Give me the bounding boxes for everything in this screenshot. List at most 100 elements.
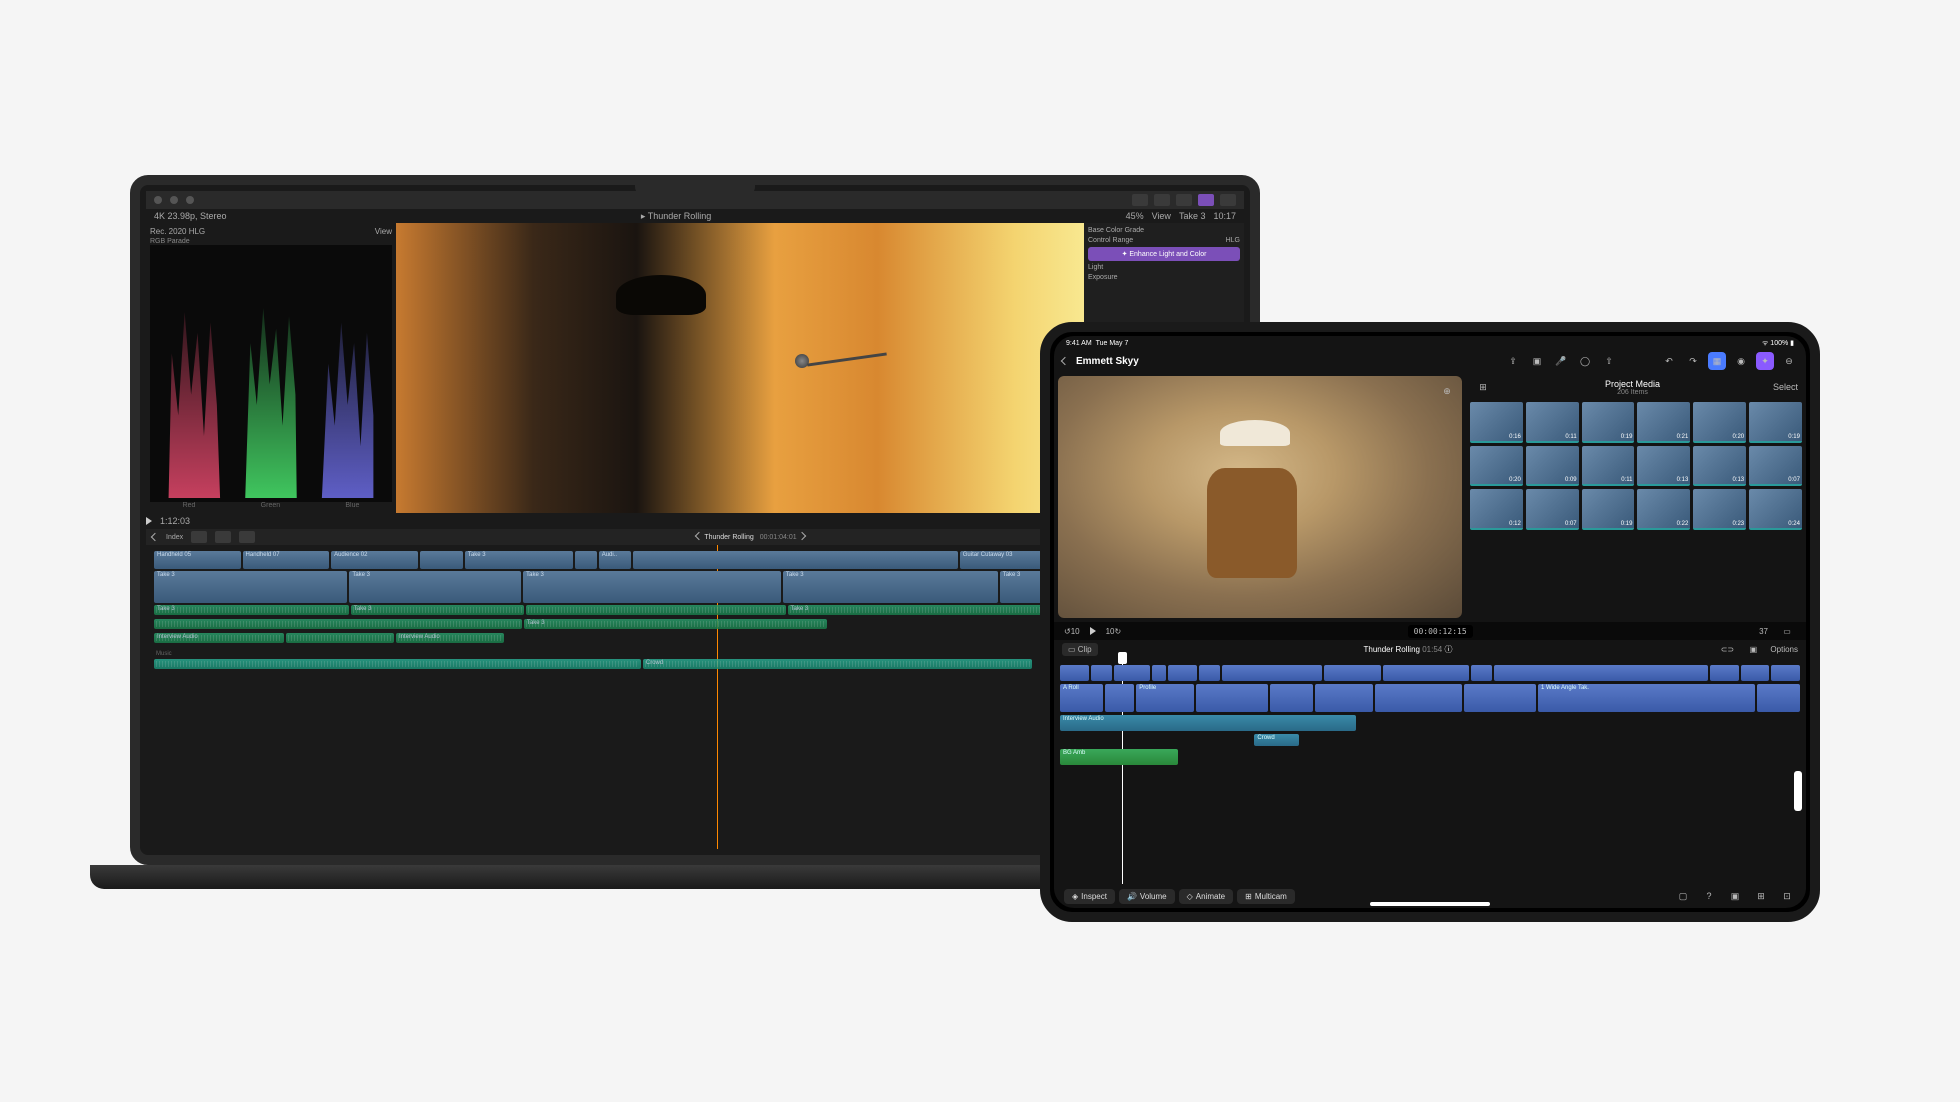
pip-icon[interactable]: ▭ — [1778, 622, 1796, 640]
media-thumbnail[interactable] — [1637, 402, 1690, 443]
zoom-level[interactable]: 45% — [1126, 211, 1144, 221]
back-icon[interactable] — [1061, 357, 1069, 365]
skip-fwd-button[interactable]: 10↻ — [1106, 627, 1122, 636]
titles-icon[interactable]: ◉ — [1732, 352, 1750, 370]
media-thumbnail[interactable] — [1749, 446, 1802, 487]
play-button[interactable] — [146, 517, 152, 525]
timeline-clip[interactable]: 1 Wide Angle Tak. — [1538, 684, 1755, 712]
timeline-clip[interactable] — [1315, 684, 1373, 712]
inspector-section[interactable]: Base Color Grade — [1088, 227, 1144, 234]
media-thumbnail[interactable] — [1749, 402, 1802, 443]
media-grid[interactable] — [1470, 402, 1802, 530]
timeline-clip[interactable]: Take 3 — [351, 605, 524, 615]
timeline-clip[interactable] — [1270, 684, 1313, 712]
timeline-clip[interactable]: Interview Audio — [154, 633, 284, 643]
effects-icon[interactable]: ✦ — [1756, 352, 1774, 370]
enhance-button[interactable]: ✦ Enhance Light and Color — [1088, 247, 1240, 261]
track-primary[interactable]: A Roll Profile 1 Wide Angle Tak. — [1060, 684, 1800, 712]
play-button[interactable] — [1090, 627, 1096, 635]
timeline-icon[interactable] — [1176, 194, 1192, 206]
history-redo-icon[interactable]: ↷ — [1684, 352, 1702, 370]
clip-mode-button[interactable]: ▭ Clip — [1062, 643, 1098, 656]
tool-select-icon[interactable] — [191, 531, 207, 543]
track-connected[interactable] — [1060, 665, 1800, 681]
timeline-clip[interactable]: Handheld 07 — [243, 551, 330, 569]
playhead-handle[interactable] — [1118, 652, 1127, 664]
voiceover-icon[interactable]: 🎤 — [1552, 352, 1570, 370]
timeline-clip[interactable] — [1091, 665, 1112, 681]
timeline-clip[interactable] — [526, 605, 786, 615]
timeline-clip[interactable]: Profile — [1136, 684, 1194, 712]
timeline-clip[interactable]: Take 3 — [783, 571, 998, 603]
track-crowd[interactable]: Crowd — [1060, 734, 1800, 746]
timeline-clip[interactable] — [1114, 665, 1150, 681]
clip-bg-amb[interactable]: BG Amb — [1060, 749, 1178, 765]
media-thumbnail[interactable] — [1749, 489, 1802, 530]
share-icon[interactable]: ⇧ — [1600, 352, 1618, 370]
timeline-clip[interactable] — [1494, 665, 1708, 681]
timeline-clip[interactable] — [1199, 665, 1220, 681]
timeline-clip[interactable] — [154, 659, 641, 669]
ipad-timeline[interactable]: A Roll Profile 1 Wide Angle Tak. Interview… — [1054, 658, 1806, 884]
index-button[interactable]: Index — [166, 534, 183, 541]
animate-button[interactable]: ◇ Animate — [1179, 889, 1234, 904]
timecode-display[interactable]: 00:00:12:15 — [1408, 625, 1473, 638]
zoom-slider[interactable] — [1794, 771, 1802, 811]
media-thumbnail[interactable] — [1693, 446, 1746, 487]
project-title[interactable]: Emmett Skyy — [1076, 356, 1139, 367]
media-thumbnail[interactable] — [1582, 446, 1635, 487]
timeline-clip[interactable]: Interview Audio — [396, 633, 504, 643]
grid-view-icon[interactable]: ⊞ — [1474, 378, 1492, 396]
timeline-clip[interactable] — [1060, 665, 1089, 681]
timeline-clip[interactable] — [420, 551, 463, 569]
timeline-clip[interactable] — [1222, 665, 1322, 681]
multicam-button[interactable]: ⊞ Multicam — [1237, 889, 1295, 904]
settings-icon[interactable]: ⊖ — [1780, 352, 1798, 370]
timeline-clip[interactable]: A Roll — [1060, 684, 1103, 712]
timeline-clip[interactable] — [1710, 665, 1739, 681]
timeline-clip[interactable] — [1771, 665, 1800, 681]
timeline-project[interactable]: Thunder Rolling — [704, 534, 753, 541]
timeline-clip[interactable] — [1383, 665, 1469, 681]
import-icon[interactable]: ⇪ — [1504, 352, 1522, 370]
timeline-clip[interactable]: Take 3 — [523, 571, 781, 603]
tool-4-icon[interactable]: ⊞ — [1752, 887, 1770, 905]
magnetic-icon[interactable]: ⊂⊃ — [1718, 640, 1736, 658]
timeline-clip[interactable] — [633, 551, 958, 569]
traffic-light-close[interactable] — [154, 196, 162, 204]
scope-view-menu[interactable]: View — [375, 227, 392, 236]
scope-mode[interactable]: RGB Parade — [150, 238, 392, 245]
media-thumbnail[interactable] — [1470, 489, 1523, 530]
clip-interview-audio[interactable]: Interview Audio — [1060, 715, 1356, 731]
media-thumbnail[interactable] — [1637, 446, 1690, 487]
snap-icon[interactable]: ▣ — [1744, 640, 1762, 658]
media-thumbnail[interactable] — [1526, 402, 1579, 443]
volume-button[interactable]: 🔊 Volume — [1119, 889, 1175, 904]
media-thumbnail[interactable] — [1582, 489, 1635, 530]
timeline-clip[interactable] — [1464, 684, 1536, 712]
timeline-clip[interactable] — [1168, 665, 1197, 681]
browser-icon[interactable]: ▦ — [1708, 352, 1726, 370]
timeline-clip[interactable]: Take 3 — [154, 605, 349, 615]
tool-trim-icon[interactable] — [215, 531, 231, 543]
history-fwd-icon[interactable] — [797, 532, 805, 540]
timeline-clip[interactable] — [1105, 684, 1134, 712]
share-icon[interactable] — [1220, 194, 1236, 206]
tool-5-icon[interactable]: ⊡ — [1778, 887, 1796, 905]
home-indicator[interactable] — [1370, 902, 1490, 906]
timeline-clip[interactable]: Take 3 — [154, 571, 347, 603]
control-range-value[interactable]: HLG — [1226, 237, 1240, 244]
tool-blade-icon[interactable] — [239, 531, 255, 543]
help-icon[interactable]: ? — [1700, 887, 1718, 905]
timeline-clip[interactable] — [286, 633, 394, 643]
timeline-clip[interactable]: Take 3 — [349, 571, 521, 603]
media-thumbnail[interactable] — [1470, 402, 1523, 443]
viewer-settings-icon[interactable]: ⊕ — [1438, 382, 1456, 400]
history-undo-icon[interactable]: ↶ — [1660, 352, 1678, 370]
ipad-viewer[interactable]: ⊕ — [1058, 376, 1462, 618]
library-icon[interactable] — [1154, 194, 1170, 206]
timeline-clip[interactable] — [1757, 684, 1800, 712]
select-button[interactable]: Select — [1773, 382, 1798, 392]
timeline-project[interactable]: Thunder Rolling — [1364, 645, 1420, 654]
track-bg-ambience[interactable]: BG Amb — [1060, 749, 1800, 765]
